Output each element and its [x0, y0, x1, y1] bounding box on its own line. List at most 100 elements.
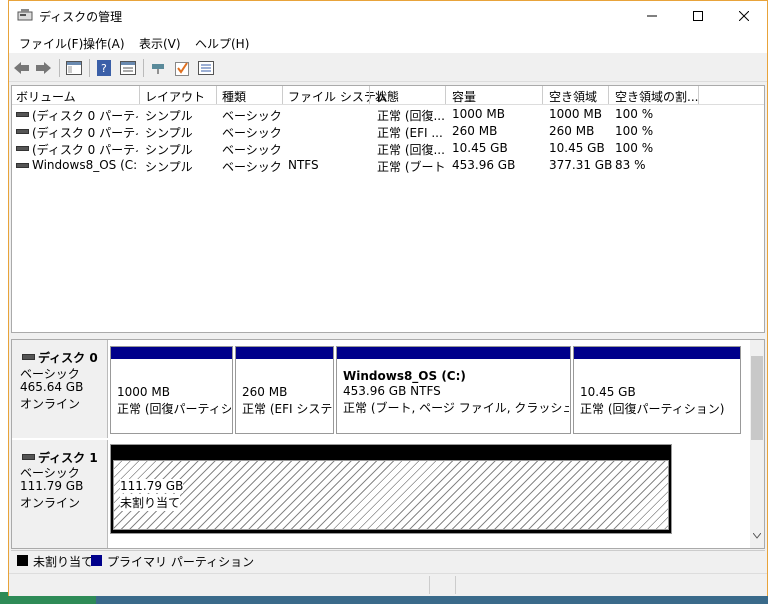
close-button[interactable]	[721, 1, 767, 31]
toolbar-separator	[143, 59, 144, 77]
column-header-filesystem[interactable]: ファイル システム	[288, 88, 387, 105]
volume-status: 正常 (ブート...	[377, 160, 445, 174]
column-header-type[interactable]: 種類	[222, 88, 246, 105]
chevron-down-icon[interactable]	[753, 533, 761, 539]
show-hide-tree-button[interactable]	[65, 59, 83, 77]
partition-efi[interactable]: 260 MB 正常 (EFI システム パーティション)	[235, 346, 334, 434]
volume-layout: シンプル	[145, 109, 193, 123]
volume-free-percent: 100 %	[615, 107, 654, 121]
column-header-free-percent[interactable]: 空き領域の割...	[615, 88, 698, 105]
column-divider[interactable]	[139, 86, 140, 104]
forward-arrow-icon	[36, 62, 51, 74]
window-title: ディスクの管理	[39, 10, 123, 24]
column-divider[interactable]	[282, 86, 283, 104]
partition-status: 正常 (回復パーティション)	[580, 402, 725, 416]
connect-button[interactable]	[149, 59, 167, 77]
minimize-button[interactable]	[629, 1, 675, 31]
volume-list: ボリューム レイアウト 種類 ファイル システム 状態 容量 空き領域 空き領域…	[11, 85, 765, 333]
column-divider[interactable]	[608, 86, 609, 104]
console-tree-icon	[66, 61, 82, 75]
legend-bar: 未割り当て プライマリ パーティション	[11, 550, 765, 571]
maximize-icon	[693, 11, 703, 21]
volume-type: ベーシック	[222, 109, 282, 123]
column-header-status[interactable]: 状態	[375, 88, 399, 105]
volume-type: ベーシック	[222, 143, 282, 157]
volume-layout: シンプル	[145, 143, 193, 157]
disk-1-label[interactable]: ディスク 1 ベーシック 111.79 GB オンライン	[12, 440, 108, 548]
vertical-scrollbar[interactable]	[750, 340, 764, 548]
list-button[interactable]	[197, 59, 215, 77]
column-header-volume[interactable]: ボリューム	[16, 88, 76, 105]
volume-row[interactable]: (ディスク 0 パーティシ... シンプル ベーシック 正常 (回復... 10…	[12, 140, 764, 157]
volume-capacity: 10.45 GB	[452, 141, 508, 155]
legend-label-primary: プライマリ パーティション	[107, 555, 255, 569]
volume-row[interactable]: (ディスク 0 パーティシ... シンプル ベーシック 正常 (回復... 10…	[12, 106, 764, 123]
toolbar-separator	[59, 59, 60, 77]
legend-swatch-unallocated	[17, 555, 28, 566]
volume-layout: シンプル	[145, 160, 193, 174]
unallocated-status: 未割り当て	[120, 494, 181, 511]
menu-bar: ファイル(F) 操作(A) 表示(V) ヘルプ(H)	[9, 31, 767, 53]
help-button[interactable]: ?	[95, 59, 113, 77]
column-divider[interactable]	[698, 86, 699, 104]
volume-row[interactable]: Windows8_OS (C:) シンプル ベーシック NTFS 正常 (ブート…	[12, 157, 764, 174]
back-button[interactable]	[13, 59, 31, 77]
column-header-capacity[interactable]: 容量	[452, 88, 476, 105]
volume-name: Windows8_OS (C:)	[32, 158, 138, 172]
column-divider[interactable]	[445, 86, 446, 104]
legend-swatch-primary	[91, 555, 102, 566]
partition-title: Windows8_OS (C:)	[343, 369, 466, 383]
toolbar-separator	[89, 59, 90, 77]
disk-icon	[22, 454, 35, 460]
column-header-layout[interactable]: レイアウト	[145, 88, 205, 105]
volume-icon	[16, 146, 29, 151]
column-divider[interactable]	[542, 86, 543, 104]
maximize-button[interactable]	[675, 1, 721, 31]
disk-0-label[interactable]: ディスク 0 ベーシック 465.64 GB オンライン	[12, 340, 108, 438]
volume-status: 正常 (回復...	[377, 143, 445, 157]
menu-file[interactable]: ファイル(F)	[19, 35, 83, 52]
disk-size: 465.64 GB	[20, 380, 84, 394]
column-divider[interactable]	[216, 86, 217, 104]
partition-color-bar	[111, 347, 232, 359]
volume-free-percent: 100 %	[615, 141, 654, 155]
check-button[interactable]	[173, 59, 191, 77]
menu-action[interactable]: 操作(A)	[83, 35, 125, 52]
svg-text:?: ?	[101, 62, 107, 75]
disk-graphical-view: ディスク 0 ベーシック 465.64 GB オンライン 1000 MB 正常 …	[11, 339, 765, 549]
volume-filesystem: NTFS	[288, 158, 319, 172]
forward-button[interactable]	[35, 59, 53, 77]
disk-state: オンライン	[20, 397, 81, 411]
partition-windows-c[interactable]: Windows8_OS (C:) 453.96 GB NTFS 正常 (ブート,…	[336, 346, 571, 434]
unallocated-size: 111.79 GB	[120, 479, 184, 493]
volume-free: 10.45 GB	[549, 141, 605, 155]
menu-help[interactable]: ヘルプ(H)	[195, 35, 249, 52]
partition-recovery-2[interactable]: 10.45 GB 正常 (回復パーティション)	[573, 346, 741, 434]
scrollbar-thumb[interactable]	[751, 356, 763, 440]
partition-status: 正常 (回復パーティション)	[117, 402, 231, 416]
unallocated-space[interactable]: 111.79 GB 未割り当て	[113, 460, 669, 530]
volume-name: (ディスク 0 パーティシ...	[32, 109, 138, 123]
legend-label-unallocated: 未割り当て	[33, 555, 94, 569]
column-divider[interactable]	[369, 86, 370, 104]
column-header-free[interactable]: 空き領域	[549, 88, 597, 105]
back-arrow-icon	[14, 62, 29, 74]
partition-status: 正常 (ブート, ページ ファイル, クラッシュ ダンプ, プライマリ パーティ…	[343, 401, 569, 415]
help-icon: ?	[97, 60, 111, 76]
title-bar[interactable]: ディスクの管理	[9, 1, 767, 31]
disk-size: 111.79 GB	[20, 479, 84, 493]
menu-view[interactable]: 表示(V)	[139, 35, 181, 52]
volume-row[interactable]: (ディスク 0 パーティシ... シンプル ベーシック 正常 (EFI ... …	[12, 123, 764, 140]
volume-status: 正常 (回復...	[377, 109, 445, 123]
volume-name: (ディスク 0 パーティシ...	[32, 143, 138, 157]
partition-color-bar	[236, 347, 333, 359]
status-bar-divider	[455, 576, 456, 594]
partition-size: 453.96 GB NTFS	[343, 384, 441, 398]
status-bar	[9, 573, 767, 596]
volume-capacity: 260 MB	[452, 124, 498, 138]
properties-button[interactable]	[119, 59, 137, 77]
partition-recovery[interactable]: 1000 MB 正常 (回復パーティション)	[110, 346, 233, 434]
close-icon	[739, 11, 749, 21]
partition-size: 10.45 GB	[580, 385, 636, 399]
disk-name: ディスク 0	[38, 351, 98, 365]
